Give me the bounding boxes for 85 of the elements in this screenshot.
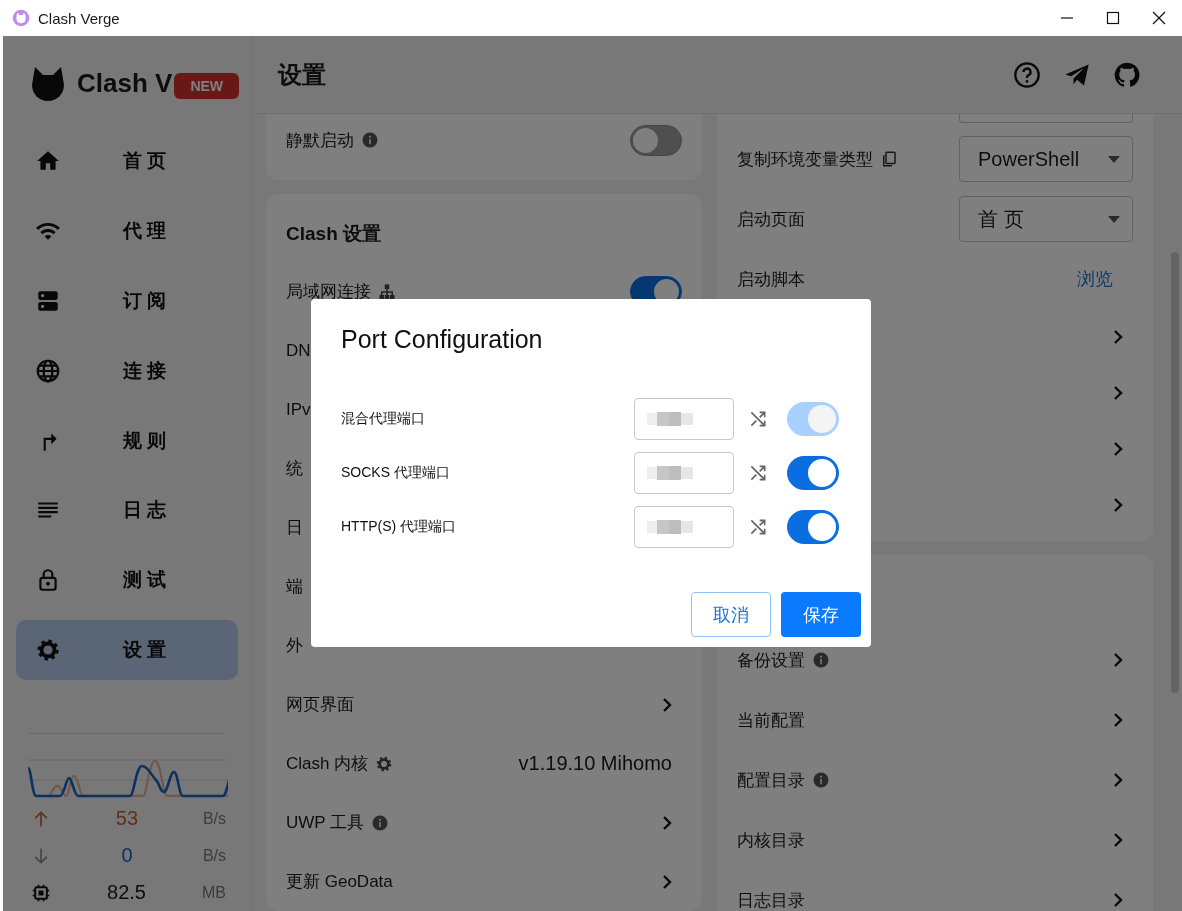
setting-label: 局域网连接: [286, 281, 371, 303]
setting-label: 内核目录: [737, 829, 805, 852]
globe-icon: [35, 357, 61, 384]
select-field[interactable]: 首页: [959, 196, 1133, 242]
settings-icon: [35, 637, 61, 664]
window-title: Clash Verge: [38, 9, 121, 27]
setting-label: 日志目录: [737, 889, 805, 911]
card-title: Clash 设置: [286, 222, 383, 246]
chevron-icon[interactable]: [1113, 892, 1123, 908]
setting-value: v1.19.10 Mihomo: [518, 752, 672, 775]
traffic-value: 0: [120, 844, 134, 868]
chevron-icon[interactable]: [1113, 329, 1123, 345]
setting-label: IPv: [286, 399, 311, 420]
nav-item[interactable]: 日志: [16, 480, 238, 541]
logo-text: Clash V: [77, 67, 173, 99]
shuffle-icon[interactable]: [748, 409, 768, 429]
port-input-field[interactable]: [634, 506, 734, 548]
setting-label: 当前配置: [737, 709, 805, 732]
chevron-icon[interactable]: [1113, 441, 1123, 457]
chevron-icon[interactable]: [1113, 652, 1123, 668]
nav-item[interactable]: 连接: [16, 340, 238, 401]
chevron-icon[interactable]: [1113, 832, 1123, 848]
setting-label: 端: [286, 576, 303, 598]
setting-label: 复制环境变量类型: [737, 148, 873, 171]
setting-label: 启动脚本: [737, 268, 805, 291]
chevron-icon[interactable]: [662, 696, 672, 713]
toggle-switch[interactable]: [630, 124, 682, 156]
traffic-unit: MB: [202, 883, 226, 902]
chevron-icon[interactable]: [1113, 385, 1123, 401]
toggle-switch[interactable]: [787, 456, 839, 490]
nav-item[interactable]: 订阅: [16, 270, 238, 331]
chevron-icon[interactable]: [1113, 712, 1123, 728]
chevron-icon[interactable]: [662, 873, 672, 890]
setting-label: 外: [286, 635, 303, 657]
browse-link[interactable]: 浏览: [1077, 267, 1113, 291]
blurred-value-drawing: [647, 520, 693, 534]
port-label: SOCKS 代理端口: [341, 464, 451, 482]
port-label: HTTP(S) 代理端口: [341, 518, 458, 536]
traffic-value: 53: [114, 807, 140, 831]
traffic-unit: B/s: [202, 809, 226, 828]
setting-label: 网页界面: [286, 694, 354, 716]
setting-label: 日: [286, 517, 303, 539]
chip-icon: [31, 882, 51, 903]
new-badge: NEW: [174, 73, 240, 100]
setting-label: UWP 工具: [286, 812, 365, 834]
cancel-button[interactable]: 取消: [691, 592, 771, 637]
select-field[interactable]: PowerShell: [959, 136, 1133, 182]
chevron-icon[interactable]: [1113, 497, 1123, 513]
close-icon[interactable]: [1152, 11, 1166, 25]
setting-label: 统: [286, 458, 303, 480]
blurred-value-drawing: [647, 412, 693, 426]
blurred-value-drawing: [647, 466, 693, 480]
shuffle-icon[interactable]: [748, 517, 768, 537]
nav-item[interactable]: 代理: [16, 200, 238, 261]
nav-item[interactable]: 首页: [16, 130, 238, 191]
caret-icon: [1108, 215, 1120, 223]
save-button[interactable]: 保存: [781, 592, 861, 637]
setting-label: 启动页面: [737, 208, 805, 231]
setting-label: Clash 内核: [286, 753, 369, 775]
traffic-unit: B/s: [202, 846, 226, 865]
setting-label: 备份设置: [737, 649, 805, 672]
port-input-field[interactable]: [634, 398, 734, 440]
copy-icon[interactable]: [880, 150, 898, 168]
nav-item[interactable]: 测试: [16, 550, 238, 611]
traffic-value: 82.5: [106, 881, 147, 905]
github-icon[interactable]: [1113, 60, 1141, 89]
setting-label: DN: [286, 340, 311, 361]
nav-item[interactable]: 规则: [16, 410, 238, 471]
dialog-title: Port Configuration: [341, 324, 544, 355]
app-icon: [12, 9, 30, 27]
select-field[interactable]: [959, 114, 1133, 123]
setting-label: 更新 GeoData: [286, 871, 393, 893]
help-icon[interactable]: [1013, 60, 1041, 89]
shuffle-icon[interactable]: [748, 463, 768, 483]
maximize-icon[interactable]: [1106, 11, 1120, 25]
port-input-field[interactable]: [634, 452, 734, 494]
caret-icon: [1108, 155, 1120, 163]
chevron-icon[interactable]: [1113, 772, 1123, 788]
toggle-switch[interactable]: [787, 510, 839, 544]
page-title: 设置: [278, 59, 327, 90]
setting-label: 静默启动: [286, 129, 354, 152]
setting-label: 配置目录: [737, 769, 805, 792]
port-label: 混合代理端口: [341, 410, 426, 428]
nav-item[interactable]: 设置: [16, 620, 238, 681]
chevron-icon[interactable]: [662, 814, 672, 831]
